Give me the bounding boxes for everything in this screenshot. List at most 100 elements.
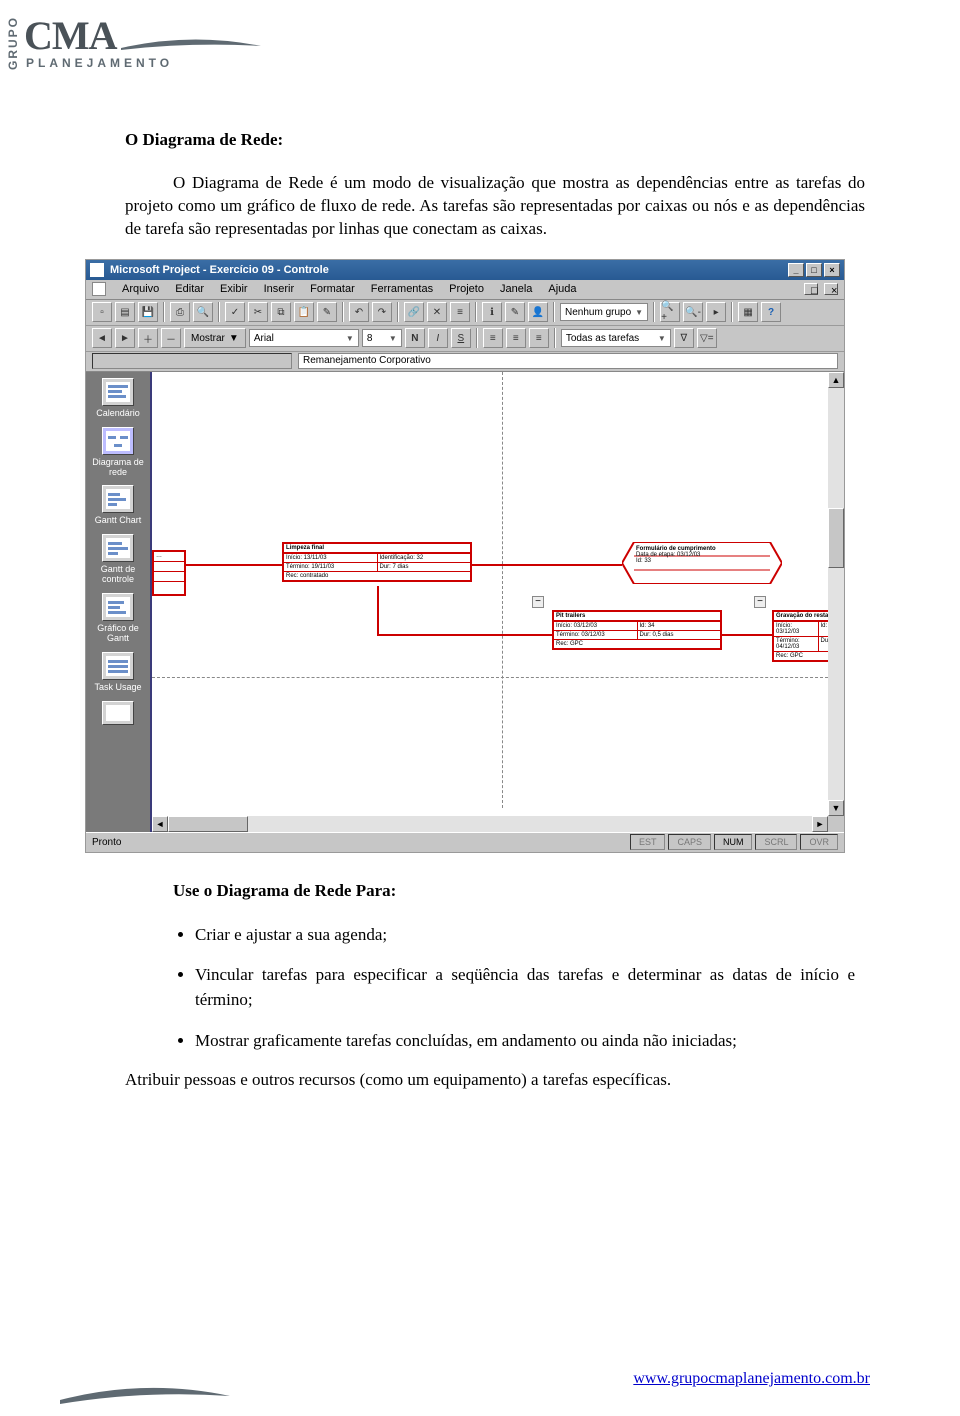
node-milestone[interactable]: Formulário de cumprimento Data de etapa:… [622,542,782,584]
mdi-close-button[interactable]: × [824,283,838,295]
font-size-combo[interactable]: 8▼ [362,329,402,347]
workspace: Calendário Diagrama de rede Gantt Chart … [86,372,844,832]
notes-button[interactable]: ✎ [505,302,525,322]
filter-funnel-button[interactable]: ∇ [674,328,694,348]
entry-bar: Remanejamento Corporativo [86,352,844,372]
scroll-corner [828,816,844,832]
menu-arquivo[interactable]: Arquivo [116,281,165,297]
bold-button[interactable]: N [405,328,425,348]
collapse-toggle-1[interactable]: − [532,596,544,608]
new-button[interactable]: ▫ [92,302,112,322]
nav-down-button[interactable]: － [161,328,181,348]
cut-button[interactable]: ✂ [248,302,268,322]
network-diagram-icon [102,427,134,455]
calendar-icon [102,378,134,406]
node-partial-left[interactable]: … [152,550,186,596]
maximize-button[interactable]: □ [806,263,822,277]
mdi-restore-button[interactable]: □ [804,283,818,295]
horizontal-scrollbar[interactable]: ◄ ► [152,816,828,832]
logo-grupo-text: GRUPO [6,16,20,70]
scroll-left-icon[interactable]: ◄ [152,816,168,832]
view-gantt-graph[interactable]: Gráfico de Gantt [90,593,146,650]
spell-button[interactable]: ✓ [225,302,245,322]
view-network-diagram[interactable]: Diagrama de rede [90,427,146,484]
view-bar: Calendário Diagrama de rede Gantt Chart … [86,372,150,832]
redo-button[interactable]: ↷ [372,302,392,322]
page-break-v [502,372,503,808]
show-dropdown[interactable]: Mostrar▼ [184,328,246,348]
menu-editar[interactable]: Editar [169,281,210,297]
underline-button[interactable]: S [451,328,471,348]
print-button[interactable]: ⎙ [170,302,190,322]
link-button[interactable]: 🔗 [404,302,424,322]
preview-button[interactable]: 🔍 [193,302,213,322]
menu-formatar[interactable]: Formatar [304,281,361,297]
close-button[interactable]: × [824,263,840,277]
footer-swoosh-icon [60,1384,230,1406]
link-3h [377,634,552,636]
align-center-button[interactable]: ≡ [506,328,526,348]
nav-up-button[interactable]: ＋ [138,328,158,348]
node-limpeza[interactable]: Limpeza final Início: 13/11/03Identifica… [282,542,472,582]
link-4 [722,634,772,636]
task-filter-combo[interactable]: Todas as tarefas▼ [561,329,671,347]
vertical-scrollbar[interactable]: ▲ ▼ [828,372,844,816]
status-num: NUM [714,834,753,850]
copy-pic-button[interactable]: ▦ [738,302,758,322]
status-bar: Pronto EST CAPS NUM SCRL OVR [86,832,844,852]
scroll-right-icon[interactable]: ► [812,816,828,832]
collapse-toggle-2[interactable]: − [754,596,766,608]
font-name-combo[interactable]: Arial▼ [249,329,359,347]
format-painter-button[interactable]: ✎ [317,302,337,322]
split-button[interactable]: ≡ [450,302,470,322]
view-tracking-gantt[interactable]: Gantt de controle [90,534,146,591]
scroll-down-icon[interactable]: ▼ [828,800,844,816]
more-views-icon [102,701,134,725]
paragraph-intro: O Diagrama de Rede é um modo de visualiz… [125,172,865,241]
paste-button[interactable]: 📋 [294,302,314,322]
save-button[interactable]: 💾 [138,302,158,322]
zoom-out-button[interactable]: 🔍- [683,302,703,322]
undo-button[interactable]: ↶ [349,302,369,322]
standard-toolbar: ▫ ▤ 💾 ⎙ 🔍 ✓ ✂ ⧉ 📋 ✎ ↶ ↷ 🔗 ✕ ≡ ℹ ✎ 👤 Nenh… [86,300,844,326]
info-button[interactable]: ℹ [482,302,502,322]
align-right-button[interactable]: ≡ [529,328,549,348]
help-button[interactable]: ? [761,302,781,322]
nav-fwd-button[interactable]: ► [115,328,135,348]
italic-button[interactable]: I [428,328,448,348]
window-title: Microsoft Project - Exercício 09 - Contr… [110,264,329,276]
group-filter-combo[interactable]: Nenhum grupo▼ [560,303,648,321]
section-title: O Diagrama de Rede: [125,130,865,150]
menu-ferramentas[interactable]: Ferramentas [365,281,439,297]
nav-back-button[interactable]: ◄ [92,328,112,348]
status-caps: CAPS [668,834,711,850]
minimize-button[interactable]: _ [788,263,804,277]
logo-cma-text: CMA [24,16,117,56]
menu-exibir[interactable]: Exibir [214,281,254,297]
view-calendar[interactable]: Calendário [90,378,146,425]
scroll-up-icon[interactable]: ▲ [828,372,844,388]
node-pit-trailers[interactable]: Pit trailers Início: 03/12/03Id: 34 Térm… [552,610,722,650]
bullet-list: Criar e ajustar a sua agenda; Vincular t… [195,923,865,1054]
link-3v [377,586,379,636]
status-text: Pronto [92,837,121,848]
menu-projeto[interactable]: Projeto [443,281,490,297]
network-canvas[interactable]: … Limpeza final Início: 13/11/03Identifi… [150,372,844,832]
menu-ajuda[interactable]: Ajuda [542,281,582,297]
menu-inserir[interactable]: Inserir [258,281,301,297]
goto-button[interactable]: ▸ [706,302,726,322]
align-left-button[interactable]: ≡ [483,328,503,348]
view-gantt-chart[interactable]: Gantt Chart [90,485,146,532]
autofilter-button[interactable]: ▽= [697,328,717,348]
unlink-button[interactable]: ✕ [427,302,447,322]
view-more[interactable] [90,701,146,734]
footer-url[interactable]: www.grupocmaplanejamento.com.br [633,1370,870,1388]
link-2 [472,564,622,566]
zoom-in-button[interactable]: 🔍+ [660,302,680,322]
open-button[interactable]: ▤ [115,302,135,322]
view-task-usage[interactable]: Task Usage [90,652,146,699]
entry-field[interactable]: Remanejamento Corporativo [298,353,838,369]
copy-button[interactable]: ⧉ [271,302,291,322]
assign-button[interactable]: 👤 [528,302,548,322]
menu-janela[interactable]: Janela [494,281,538,297]
